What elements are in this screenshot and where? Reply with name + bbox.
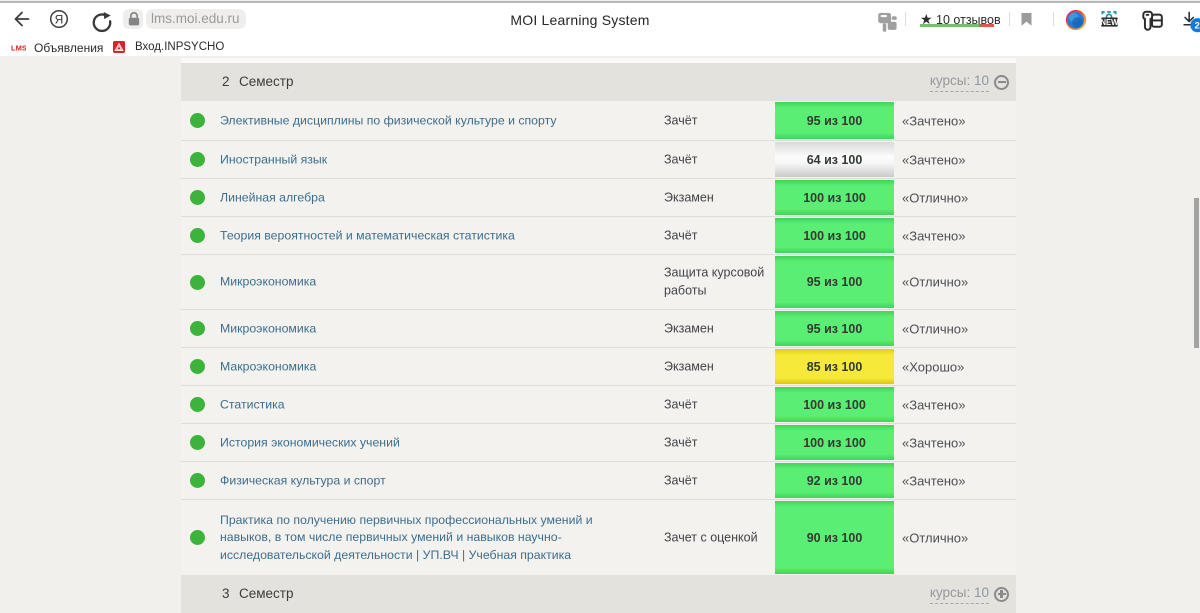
svg-text:NEW: NEW xyxy=(1100,18,1119,27)
svg-text:2: 2 xyxy=(1195,21,1200,32)
svg-text:Я: Я xyxy=(55,12,64,26)
svg-text:LMS: LMS xyxy=(11,44,26,53)
